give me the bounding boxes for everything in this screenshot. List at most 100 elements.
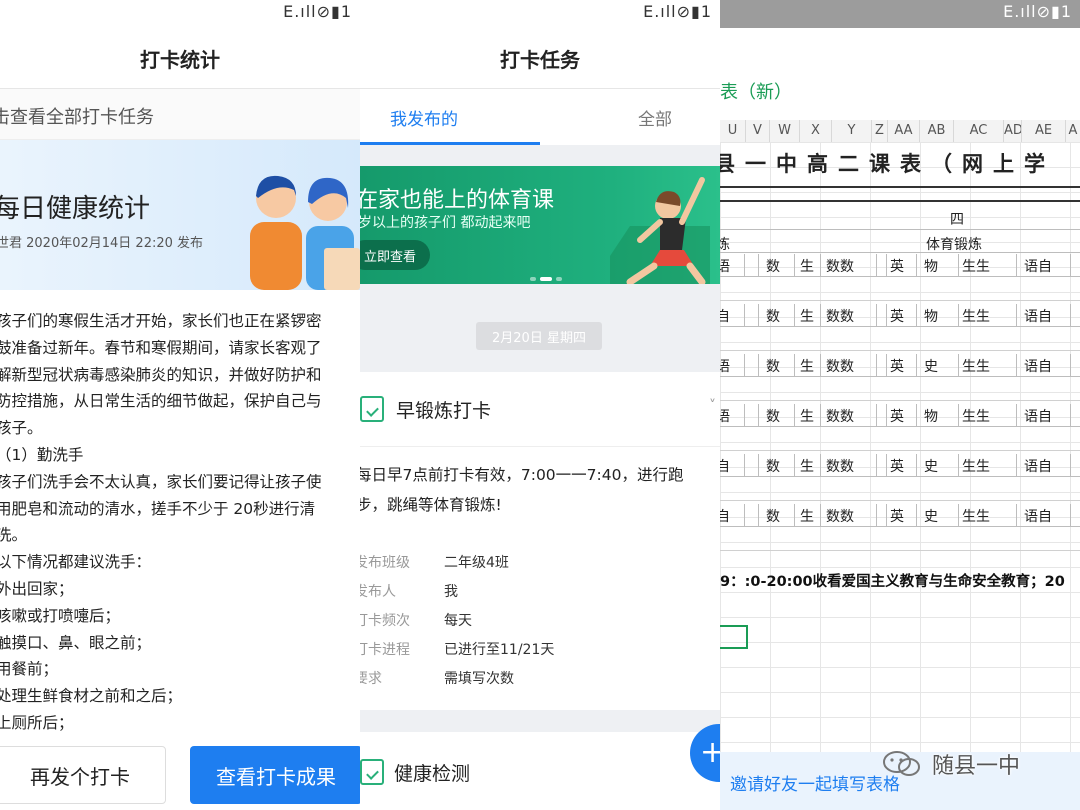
- timetable-cell[interactable]: 自: [720, 506, 730, 526]
- column-header[interactable]: Y: [832, 120, 872, 142]
- timetable-cell[interactable]: 数: [766, 356, 780, 376]
- row-line: [720, 550, 1080, 551]
- column-header[interactable]: X: [800, 120, 832, 142]
- banner-cta-button[interactable]: 立即查看: [360, 240, 431, 270]
- timetable-cell[interactable]: 史: [924, 506, 938, 526]
- timetable-cell[interactable]: 语: [720, 356, 730, 376]
- timetable-cell[interactable]: 生: [800, 356, 814, 376]
- timetable-cell[interactable]: 英: [890, 406, 904, 426]
- timetable-cell[interactable]: 数: [766, 256, 780, 276]
- column-line: [1070, 404, 1071, 426]
- column-header[interactable]: AA: [888, 120, 920, 142]
- timetable-cell[interactable]: 史: [924, 456, 938, 476]
- timetable-cell[interactable]: 生: [800, 256, 814, 276]
- column-line: [1016, 454, 1017, 476]
- timetable-cell[interactable]: 史: [924, 356, 938, 376]
- timetable-cell[interactable]: 生生: [962, 256, 990, 276]
- timetable-cell[interactable]: 物: [924, 306, 938, 326]
- timetable-cell[interactable]: 数数: [826, 406, 854, 426]
- row-line: [720, 276, 1080, 277]
- timetable-cell[interactable]: 数数: [826, 456, 854, 476]
- timetable-cell[interactable]: 物: [924, 256, 938, 276]
- timetable-cell[interactable]: 英: [890, 456, 904, 476]
- column-header[interactable]: AB: [920, 120, 954, 142]
- day-header[interactable]: 四: [950, 209, 964, 229]
- column-header[interactable]: AE: [1022, 120, 1066, 142]
- timetable-cell[interactable]: 数: [766, 456, 780, 476]
- column-header[interactable]: W: [770, 120, 800, 142]
- timetable-cell[interactable]: 语自: [1024, 306, 1052, 326]
- date-chip: 2月20日 星期四: [476, 322, 602, 350]
- column-line: [916, 454, 917, 476]
- column-line: [886, 354, 887, 376]
- timetable-cell[interactable]: 物: [924, 406, 938, 426]
- timetable-cell[interactable]: 数: [766, 506, 780, 526]
- timetable-cell[interactable]: 英: [890, 506, 904, 526]
- timetable-cell[interactable]: 英: [890, 256, 904, 276]
- column-line: [744, 304, 745, 326]
- column-line: [1016, 304, 1017, 326]
- timetable-cell[interactable]: 生生: [962, 406, 990, 426]
- tab-mine[interactable]: 我发布的: [390, 105, 458, 130]
- column-line: [794, 504, 795, 526]
- timetable-cell[interactable]: 语: [720, 406, 730, 426]
- pe-class-banner[interactable]: 在家也能上的体育课 岁以上的孩子们 都动起来吧 立即查看: [360, 166, 720, 284]
- timetable-cell[interactable]: 生生: [962, 356, 990, 376]
- sheet-grid[interactable]: [720, 142, 1080, 752]
- column-line: [876, 254, 877, 276]
- border-line: [720, 186, 1080, 188]
- column-line: [744, 354, 745, 376]
- timetable-cell[interactable]: 语自: [1024, 356, 1052, 376]
- column-line: [886, 404, 887, 426]
- timetable-cell[interactable]: 数数: [826, 356, 854, 376]
- tab-all[interactable]: 全部: [638, 105, 672, 130]
- task-card-health-check[interactable]: 健康检测: [360, 732, 720, 810]
- timetable-cell[interactable]: 数: [766, 306, 780, 326]
- timetable-cell[interactable]: 数数: [826, 306, 854, 326]
- timetable-cell[interactable]: 生: [800, 306, 814, 326]
- article-line: （1）勤洗手: [0, 445, 84, 464]
- timetable-cell[interactable]: 语自: [1024, 256, 1052, 276]
- timetable-cell[interactable]: 数数: [826, 506, 854, 526]
- article-line: 以下情况都建议洗手：: [0, 553, 152, 572]
- timetable-cell[interactable]: 生: [800, 506, 814, 526]
- timetable-cell[interactable]: 语: [720, 256, 730, 276]
- view-results-button[interactable]: 查看打卡成果: [190, 746, 360, 804]
- column-header[interactable]: U: [720, 120, 746, 142]
- timetable-cell[interactable]: 生: [800, 456, 814, 476]
- column-line: [758, 504, 759, 526]
- banner-meta: 世君 2020年02月14日 22:20 发布: [0, 236, 204, 251]
- meta-key: 打卡进程: [360, 642, 410, 658]
- timetable-cell[interactable]: 语自: [1024, 406, 1052, 426]
- column-header[interactable]: AD: [1004, 120, 1022, 142]
- task-card-morning-exercise[interactable]: 早锻炼打卡 ˅ 每日早7点前打卡有效，7:00一一7:40，进行跑 步，跳绳等体…: [360, 372, 720, 710]
- schedule-note[interactable]: 9：:0-20:00收看爱国主义教育与生命安全教育；20: [720, 570, 1065, 591]
- timetable-cell[interactable]: 数数: [826, 256, 854, 276]
- timetable-cell[interactable]: 自: [720, 306, 730, 326]
- timetable-cell[interactable]: 数: [766, 406, 780, 426]
- chevron-down-icon[interactable]: ˅: [709, 398, 716, 414]
- row-line: [720, 252, 1080, 253]
- timetable-cell[interactable]: 生生: [962, 306, 990, 326]
- timetable-cell[interactable]: 生生: [962, 506, 990, 526]
- timetable-cell[interactable]: 语自: [1024, 456, 1052, 476]
- resend-checkin-button[interactable]: 再发个打卡: [0, 746, 166, 804]
- view-all-tasks-link[interactable]: 击查看全部打卡任务: [0, 89, 360, 140]
- status-icons: E.ıll⊘▮1: [643, 2, 712, 21]
- selected-cell[interactable]: [720, 625, 748, 649]
- timetable-cell[interactable]: 英: [890, 306, 904, 326]
- subheader-left[interactable]: 炼: [720, 234, 730, 254]
- timetable-cell[interactable]: 语自: [1024, 506, 1052, 526]
- column-header[interactable]: AC: [954, 120, 1004, 142]
- status-icons: E.ıll⊘▮1: [283, 2, 352, 21]
- timetable-cell[interactable]: 生: [800, 406, 814, 426]
- column-header[interactable]: Z: [872, 120, 888, 142]
- timetable-cell[interactable]: 英: [890, 356, 904, 376]
- meta-key: 要求: [360, 671, 382, 687]
- timetable-cell[interactable]: 生生: [962, 456, 990, 476]
- subheader-center[interactable]: 体育锻炼: [926, 234, 982, 254]
- row-line: [720, 229, 1080, 230]
- column-header[interactable]: V: [746, 120, 770, 142]
- timetable-cell[interactable]: 自: [720, 456, 730, 476]
- column-header[interactable]: A: [1066, 120, 1080, 142]
